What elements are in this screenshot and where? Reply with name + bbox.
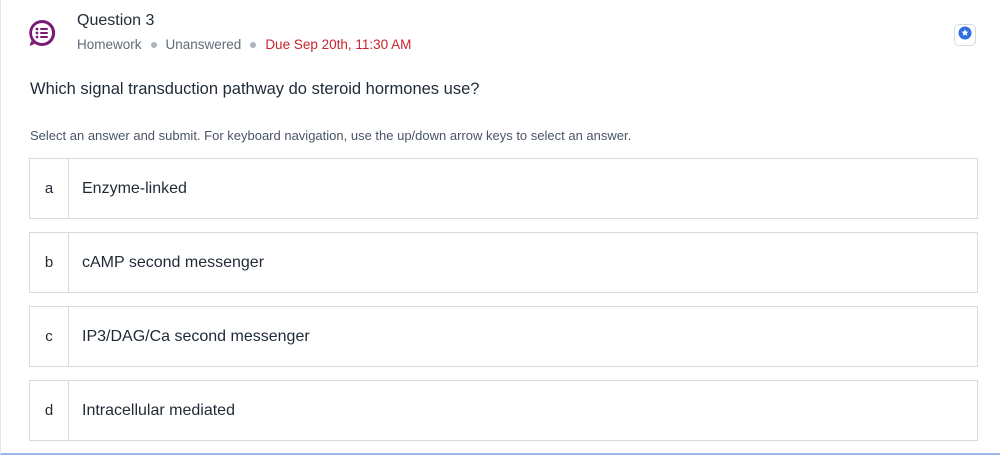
option-letter: c [30, 307, 69, 366]
question-meta: Homework Unanswered Due Sep 20th, 11:30 … [77, 37, 411, 52]
question-title: Question 3 [77, 12, 155, 29]
question-text: Which signal transduction pathway do ste… [30, 80, 480, 98]
star-bookmark-icon [958, 26, 972, 45]
option-text: Enzyme-linked [82, 179, 187, 197]
option-letter: a [30, 159, 69, 218]
answer-instructions: Select an answer and submit. For keyboar… [30, 128, 632, 143]
question-list-icon [27, 18, 57, 48]
option-text: IP3/DAG/Ca second messenger [82, 327, 310, 345]
answer-status: Unanswered [165, 37, 242, 52]
option-letter: b [30, 233, 69, 292]
answer-option-d[interactable]: d Intracellular mediated [29, 380, 978, 441]
option-text: cAMP second messenger [82, 253, 265, 271]
due-date: Due Sep 20th, 11:30 AM [265, 37, 412, 52]
question-card: Question 3 Homework Unanswered Due Sep 2… [0, 0, 1000, 455]
answer-option-a[interactable]: a Enzyme-linked [29, 158, 978, 219]
bookmark-button[interactable] [954, 24, 976, 46]
option-letter: d [30, 381, 69, 440]
assignment-type: Homework [77, 37, 142, 52]
option-text: Intracellular mediated [82, 401, 235, 419]
answer-option-b[interactable]: b cAMP second messenger [29, 232, 978, 293]
answer-option-c[interactable]: c IP3/DAG/Ca second messenger [29, 306, 978, 367]
separator-dot [250, 41, 257, 48]
separator-dot [150, 41, 157, 48]
